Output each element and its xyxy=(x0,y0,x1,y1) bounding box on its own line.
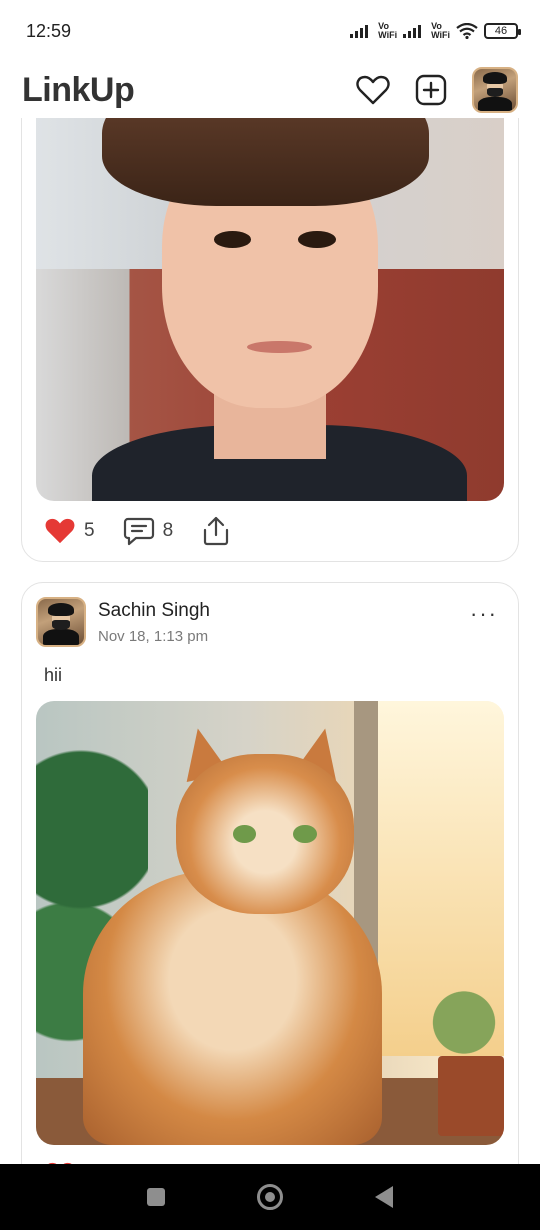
profile-avatar[interactable] xyxy=(472,67,518,113)
comment-icon xyxy=(123,517,154,546)
post-card: Sachin Singh Nov 18, 1:13 pm ··· hii xyxy=(21,582,519,1164)
post-caption: hii xyxy=(44,665,63,685)
app-actions xyxy=(356,67,518,113)
post-image[interactable] xyxy=(36,118,504,501)
add-post-button[interactable] xyxy=(414,73,448,107)
heart-icon xyxy=(356,75,390,105)
status-icons: Vo WiFi Vo WiFi 46 xyxy=(350,21,521,40)
author-info: Sachin Singh Nov 18, 1:13 pm xyxy=(98,600,210,645)
signal-icon xyxy=(350,25,369,38)
post-actions: 5 8 xyxy=(44,515,259,547)
comment-button[interactable]: 8 xyxy=(123,516,174,546)
like-button[interactable]: 5 xyxy=(44,517,95,545)
status-bar: 12:59 Vo WiFi Vo WiFi 46 xyxy=(0,0,540,62)
vowifi-label-2: Vo WiFi xyxy=(431,21,450,40)
app-title: LinkUp xyxy=(22,70,135,109)
back-button[interactable] xyxy=(375,1186,393,1208)
avatar-body xyxy=(478,96,512,111)
like-count: 5 xyxy=(84,520,95,541)
avatar-beard xyxy=(486,87,504,98)
post-timestamp: Nov 18, 1:13 pm xyxy=(98,627,209,645)
post-card: 5 8 xyxy=(21,118,519,562)
share-icon xyxy=(204,516,229,546)
author-name[interactable]: Sachin Singh xyxy=(98,600,210,622)
post-header: Sachin Singh Nov 18, 1:13 pm xyxy=(36,597,210,647)
cat-image xyxy=(36,701,504,1145)
add-post-icon xyxy=(415,74,447,106)
notifications-button[interactable] xyxy=(356,73,390,107)
boy-portrait-image xyxy=(36,118,504,501)
signal-icon-2 xyxy=(403,25,422,38)
vowifi-label: Vo WiFi xyxy=(378,21,398,40)
author-avatar[interactable] xyxy=(36,597,86,647)
share-button[interactable] xyxy=(201,515,231,547)
post-image[interactable] xyxy=(36,701,504,1145)
home-button[interactable] xyxy=(257,1184,283,1210)
system-navigation-bar xyxy=(0,1164,540,1230)
comment-count: 8 xyxy=(162,520,174,541)
heart-filled-icon xyxy=(45,518,75,544)
app-bar: LinkUp xyxy=(0,62,540,118)
recents-button[interactable] xyxy=(147,1188,165,1206)
avatar-hair xyxy=(483,72,507,85)
wifi-icon xyxy=(456,23,478,39)
more-options-button[interactable]: ··· xyxy=(470,601,498,627)
feed[interactable]: 5 8 Sachin Singh Nov 18, 1:13 pm ··· hii xyxy=(0,118,540,1164)
battery-indicator: 46 xyxy=(484,23,521,39)
status-time: 12:59 xyxy=(26,20,72,41)
